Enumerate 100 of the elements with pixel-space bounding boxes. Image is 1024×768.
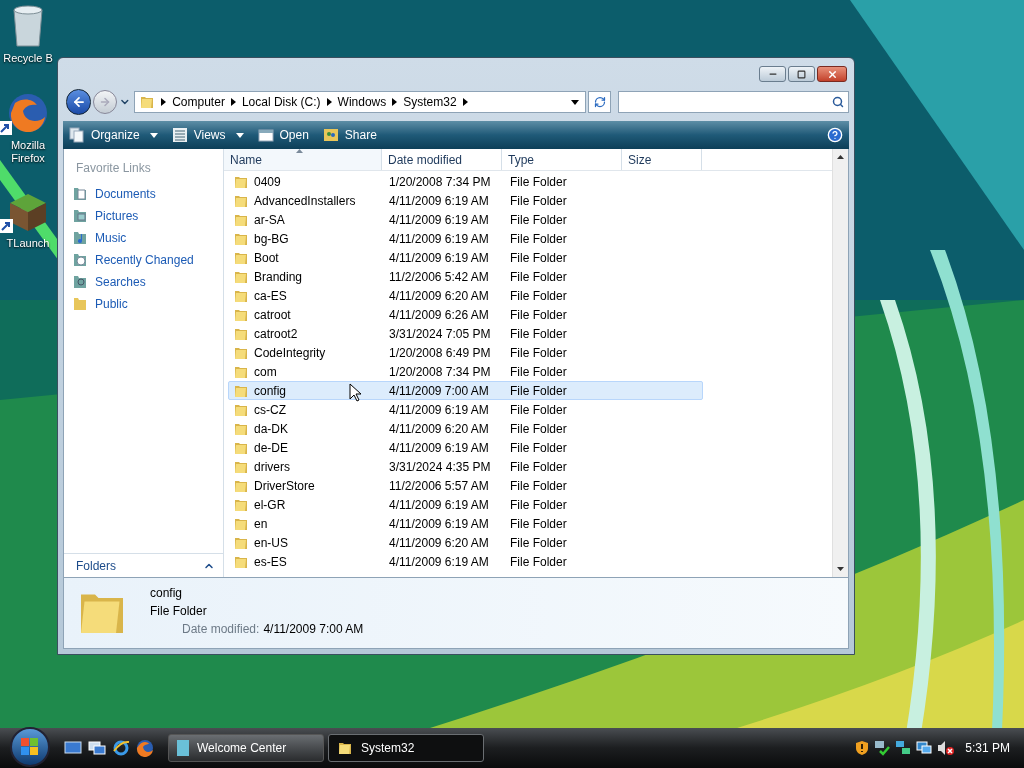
clock[interactable]: 5:31 PM [965, 739, 1010, 757]
window-icon [257, 127, 274, 143]
toolbar-button[interactable]: Organize [69, 126, 158, 144]
breadcrumb-arrow-icon[interactable] [326, 98, 332, 106]
type-cell-text: File Folder [509, 363, 568, 381]
e-globe-icon[interactable] [112, 739, 130, 757]
network-icon[interactable] [895, 740, 912, 756]
file-row[interactable]: da-DK 4/11/2009 6:20 AM File Folder [228, 419, 703, 438]
nav-link[interactable]: Music [64, 227, 223, 249]
shield-warning-icon[interactable] [855, 740, 870, 756]
toolbar-button[interactable]: Open [257, 126, 309, 144]
file-row[interactable]: en 4/11/2009 6:19 AM File Folder [228, 514, 703, 533]
file-row[interactable]: Branding 11/2/2006 5:42 AM File Folder [228, 267, 703, 286]
breadcrumb-arrow-icon[interactable] [230, 98, 236, 106]
file-row[interactable]: en-US 4/11/2009 6:20 AM File Folder [228, 533, 703, 552]
start-button[interactable] [10, 727, 50, 767]
maximize-button[interactable] [788, 66, 815, 82]
scroll-down-arrow-icon[interactable] [837, 567, 844, 571]
taskbar-button[interactable]: Welcome Center [168, 734, 324, 762]
monitors-icon[interactable] [916, 740, 933, 756]
type-cell-text: File Folder [509, 192, 568, 210]
breadcrumb-item[interactable]: Computer [172, 93, 225, 111]
taskbar-button[interactable]: System32 [328, 734, 484, 762]
desktop-icon-label[interactable]: Mozilla Firefox [1, 139, 55, 165]
nav-link[interactable]: Public [64, 293, 223, 315]
dropdown-arrow-icon[interactable] [570, 99, 579, 105]
file-row[interactable]: drivers 3/31/2024 4:35 PM File Folder [228, 457, 703, 476]
breadcrumb-arrow-icon[interactable] [462, 98, 468, 106]
file-name: en-US [254, 534, 288, 552]
file-row[interactable]: catroot2 3/31/2024 7:05 PM File Folder [228, 324, 703, 343]
search-field[interactable] [618, 91, 849, 113]
file-row[interactable]: config 4/11/2009 7:00 AM File Folder [228, 381, 703, 400]
monitor-icon[interactable] [64, 740, 82, 756]
file-row[interactable]: DriverStore 11/2/2006 5:57 AM File Folder [228, 476, 703, 495]
file-row[interactable]: ar-SA 4/11/2009 6:19 AM File Folder [228, 210, 703, 229]
date-cell-text: 3/31/2024 7:05 PM [388, 325, 492, 343]
globe-fox-icon[interactable] [136, 739, 154, 757]
minimize-button[interactable] [759, 66, 786, 82]
file-name: bg-BG [254, 230, 289, 248]
file-row[interactable]: es-ES 4/11/2009 6:19 AM File Folder [228, 552, 703, 571]
type-cell-text: File Folder [509, 496, 568, 514]
file-name: el-GR [254, 496, 286, 514]
column-header[interactable]: Type [502, 149, 622, 170]
music-folder-icon [72, 230, 88, 246]
close-button[interactable] [817, 66, 847, 82]
help-icon[interactable] [827, 127, 843, 143]
desktop-icon-label[interactable]: Recycle B [3, 52, 53, 65]
nav-link[interactable]: Documents [64, 183, 223, 205]
folder-icon [72, 296, 88, 312]
file-row[interactable]: AdvancedInstallers 4/11/2009 6:19 AM File Folder [228, 191, 703, 210]
date-cell-text: 4/11/2009 6:19 AM [388, 192, 490, 210]
date-cell-text: 4/11/2009 7:00 AM [388, 382, 490, 400]
file-row[interactable]: de-DE 4/11/2009 6:19 AM File Folder [228, 438, 703, 457]
file-row[interactable]: CodeIntegrity 1/20/2008 6:49 PM File Folder [228, 343, 703, 362]
toolbar-button[interactable]: Share [322, 126, 377, 144]
type-cell-text: File Folder [509, 420, 568, 438]
breadcrumb-arrow-icon[interactable] [392, 98, 398, 106]
windows-stack-icon[interactable] [88, 740, 106, 756]
date-cell-text: 4/11/2009 6:19 AM [388, 211, 490, 229]
address-bar[interactable]: Computer Local Disk (C:) Windows System32 [134, 91, 586, 113]
computer-check-icon[interactable] [874, 740, 891, 756]
file-row[interactable]: Boot 4/11/2009 6:19 AM File Folder [228, 248, 703, 267]
nav-link[interactable]: Recently Changed [64, 249, 223, 271]
file-row[interactable]: cs-CZ 4/11/2009 6:19 AM File Folder [228, 400, 703, 419]
file-name: AdvancedInstallers [254, 192, 356, 210]
date-cell-text: 4/11/2009 6:19 AM [388, 401, 490, 419]
date-cell-text: 4/11/2009 6:19 AM [388, 439, 490, 457]
file-row[interactable]: 0409 1/20/2008 7:34 PM File Folder [228, 172, 703, 191]
column-header[interactable]: Size [622, 149, 702, 170]
search-folder-icon [72, 274, 88, 290]
vertical-scrollbar[interactable] [832, 149, 848, 577]
refresh-button[interactable] [587, 91, 612, 113]
breadcrumb-item[interactable]: System32 [403, 93, 457, 111]
desktop-icon-label[interactable]: TLaunch [6, 237, 50, 250]
breadcrumb-item[interactable]: Windows [337, 93, 387, 111]
type-cell-text: File Folder [509, 173, 568, 191]
speaker-muted-icon[interactable] [937, 740, 956, 756]
file-row[interactable]: bg-BG 4/11/2009 6:19 AM File Folder [228, 229, 703, 248]
nav-link[interactable]: Pictures [64, 205, 223, 227]
search-icon[interactable] [832, 96, 844, 108]
breadcrumb-item[interactable]: Local Disk (C:) [241, 93, 321, 111]
type-cell-text: File Folder [509, 439, 568, 457]
close-icon [826, 68, 838, 80]
file-row[interactable]: el-GR 4/11/2009 6:19 AM File Folder [228, 495, 703, 514]
nav-link[interactable]: Searches [64, 271, 223, 293]
file-row[interactable]: com 1/20/2008 7:34 PM File Folder [228, 362, 703, 381]
type-cell-text: File Folder [509, 401, 568, 419]
date-cell-text: 1/20/2008 6:49 PM [388, 344, 492, 362]
clock-folder-icon [72, 252, 88, 268]
column-header[interactable]: Date modified [382, 149, 502, 170]
file-row[interactable]: ca-ES 4/11/2009 6:20 AM File Folder [228, 286, 703, 305]
scroll-up-arrow-icon[interactable] [837, 155, 844, 159]
file-row[interactable]: catroot 4/11/2009 6:26 AM File Folder [228, 305, 703, 324]
type-cell-text: File Folder [509, 287, 568, 305]
column-header[interactable]: Name [224, 149, 382, 170]
toolbar-button[interactable]: Views [171, 126, 244, 144]
picture-folder-icon [72, 208, 88, 224]
breadcrumb-arrow-icon[interactable] [161, 98, 167, 106]
back-button[interactable] [66, 89, 92, 115]
date-cell-text: 4/11/2009 6:19 AM [388, 496, 490, 514]
